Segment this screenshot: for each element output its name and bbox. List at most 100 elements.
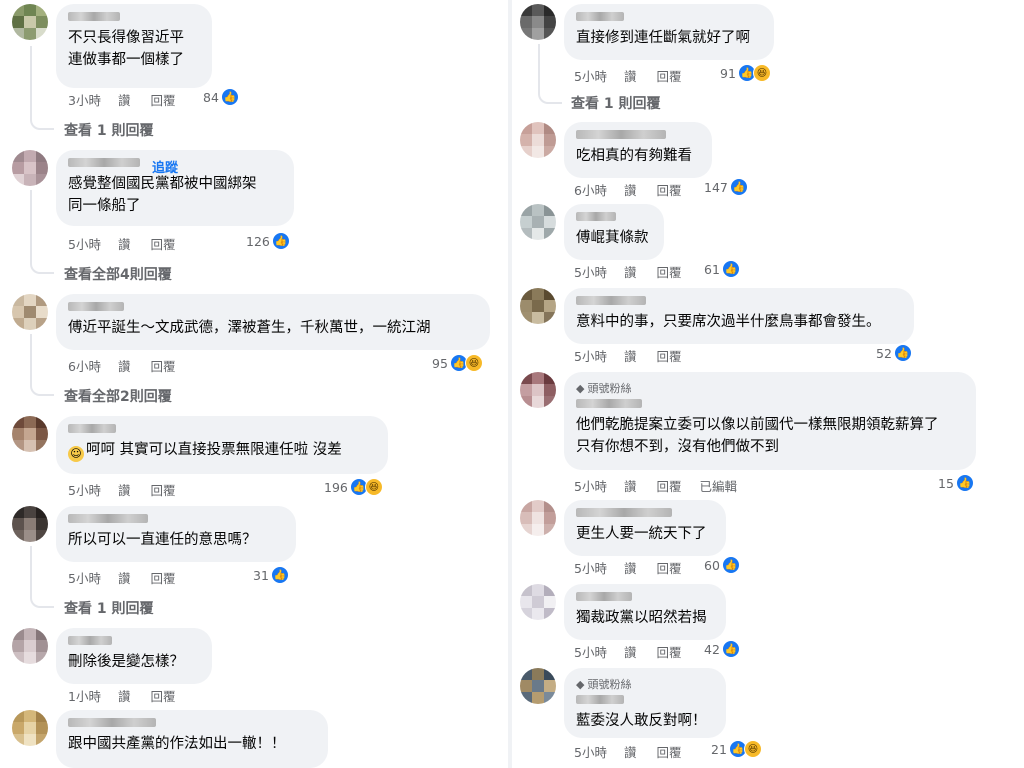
reply-button[interactable]: 回覆 — [656, 476, 681, 495]
timestamp[interactable]: 5小時 — [574, 558, 607, 577]
timestamp[interactable]: 6小時 — [574, 180, 607, 199]
author-name[interactable] — [576, 399, 642, 408]
avatar[interactable] — [12, 150, 48, 186]
like-button[interactable]: 讚 — [624, 66, 637, 85]
avatar[interactable] — [520, 122, 556, 158]
reaction-summary[interactable]: 91 👍 😆 — [720, 64, 771, 82]
author-name[interactable] — [576, 212, 616, 221]
avatar[interactable] — [12, 416, 48, 452]
author-name[interactable] — [576, 592, 632, 601]
author-name[interactable] — [576, 695, 624, 704]
comment-actions: 6小時 讚 回覆 — [68, 356, 175, 375]
author-name[interactable] — [68, 12, 120, 21]
edited-label[interactable]: 已編輯 — [699, 476, 737, 495]
reaction-summary[interactable]: 126 👍 — [246, 232, 290, 250]
avatar[interactable] — [520, 4, 556, 40]
reply-button[interactable]: 回覆 — [656, 66, 681, 85]
thumbs-up-icon: 👍 — [955, 474, 974, 492]
author-name[interactable] — [576, 130, 666, 139]
avatar[interactable] — [520, 500, 556, 536]
author-name[interactable] — [68, 718, 156, 727]
avatar[interactable] — [520, 372, 556, 408]
reply-button[interactable]: 回覆 — [150, 234, 175, 253]
avatar[interactable] — [12, 506, 48, 542]
view-replies-link[interactable]: 查看全部4則回覆 — [64, 264, 172, 284]
timestamp[interactable]: 5小時 — [574, 642, 607, 661]
like-button[interactable]: 讚 — [624, 558, 637, 577]
avatar[interactable] — [520, 288, 556, 324]
like-button[interactable]: 讚 — [624, 742, 637, 761]
author-name[interactable] — [68, 158, 140, 167]
timestamp[interactable]: 6小時 — [68, 356, 101, 375]
like-button[interactable]: 讚 — [624, 346, 637, 365]
timestamp[interactable]: 5小時 — [574, 742, 607, 761]
view-replies-link[interactable]: 查看 1 則回覆 — [64, 598, 154, 618]
thumbs-up-icon: 👍 — [271, 232, 290, 250]
reaction-count: 196 — [324, 479, 348, 495]
avatar[interactable] — [12, 294, 48, 330]
reaction-summary[interactable]: 52 👍 — [876, 344, 912, 362]
avatar[interactable] — [12, 710, 48, 746]
author-name[interactable] — [68, 302, 124, 311]
reaction-count: 61 — [704, 261, 720, 277]
timestamp[interactable]: 5小時 — [574, 262, 607, 281]
follow-button[interactable]: 追蹤 — [152, 157, 178, 176]
timestamp[interactable]: 5小時 — [574, 476, 607, 495]
reaction-summary[interactable]: 84 👍 — [203, 88, 239, 106]
timestamp[interactable]: 5小時 — [574, 66, 607, 85]
timestamp[interactable]: 5小時 — [574, 346, 607, 365]
author-name[interactable] — [68, 514, 148, 523]
avatar[interactable] — [520, 668, 556, 704]
comment-actions: 5小時 讚 回覆 — [574, 346, 681, 365]
author-name[interactable] — [576, 12, 624, 21]
avatar[interactable] — [520, 204, 556, 240]
reply-button[interactable]: 回覆 — [656, 346, 681, 365]
view-replies-link[interactable]: 查看全部2則回覆 — [64, 386, 172, 406]
reaction-summary[interactable]: 31 👍 — [253, 566, 289, 584]
reaction-summary[interactable]: 95 👍 😆 — [432, 354, 483, 372]
like-button[interactable]: 讚 — [624, 642, 637, 661]
timestamp[interactable]: 5小時 — [68, 480, 101, 499]
avatar[interactable] — [12, 628, 48, 664]
timestamp[interactable]: 1小時 — [68, 686, 101, 705]
comment-bubble: 傅崐萁條款 — [564, 204, 664, 260]
reaction-summary[interactable]: 196 👍 😆 — [324, 478, 383, 496]
like-button[interactable]: 讚 — [624, 262, 637, 281]
reaction-summary[interactable]: 60 👍 — [704, 556, 740, 574]
reply-button[interactable]: 回覆 — [656, 262, 681, 281]
like-button[interactable]: 讚 — [118, 686, 131, 705]
timestamp[interactable]: 5小時 — [68, 568, 101, 587]
view-replies-link[interactable]: 查看 1 則回覆 — [64, 120, 154, 140]
reply-button[interactable]: 回覆 — [150, 90, 175, 109]
reaction-summary[interactable]: 21 👍 😆 — [711, 740, 762, 758]
author-name[interactable] — [68, 636, 112, 645]
reaction-summary[interactable]: 42 👍 — [704, 640, 740, 658]
reply-button[interactable]: 回覆 — [150, 356, 175, 375]
avatar[interactable] — [12, 4, 48, 40]
view-replies-link[interactable]: 查看 1 則回覆 — [571, 93, 661, 113]
like-button[interactable]: 讚 — [118, 90, 131, 109]
timestamp[interactable]: 3小時 — [68, 90, 101, 109]
reply-button[interactable]: 回覆 — [656, 642, 681, 661]
author-name[interactable] — [576, 296, 646, 305]
author-name[interactable] — [576, 508, 672, 517]
like-button[interactable]: 讚 — [118, 234, 131, 253]
reply-button[interactable]: 回覆 — [656, 558, 681, 577]
reaction-summary[interactable]: 147 👍 — [704, 178, 748, 196]
comment-text: 連做事都一個樣了 — [68, 52, 184, 68]
avatar[interactable] — [520, 584, 556, 620]
like-button[interactable]: 讚 — [118, 356, 131, 375]
reply-button[interactable]: 回覆 — [150, 568, 175, 587]
author-name[interactable] — [68, 424, 116, 433]
reply-button[interactable]: 回覆 — [656, 180, 681, 199]
reply-button[interactable]: 回覆 — [150, 480, 175, 499]
reply-button[interactable]: 回覆 — [656, 742, 681, 761]
reaction-summary[interactable]: 15 👍 — [938, 474, 974, 492]
timestamp[interactable]: 5小時 — [68, 234, 101, 253]
like-button[interactable]: 讚 — [624, 476, 637, 495]
like-button[interactable]: 讚 — [118, 568, 131, 587]
like-button[interactable]: 讚 — [624, 180, 637, 199]
like-button[interactable]: 讚 — [118, 480, 131, 499]
reaction-summary[interactable]: 61 👍 — [704, 260, 740, 278]
reply-button[interactable]: 回覆 — [150, 686, 175, 705]
